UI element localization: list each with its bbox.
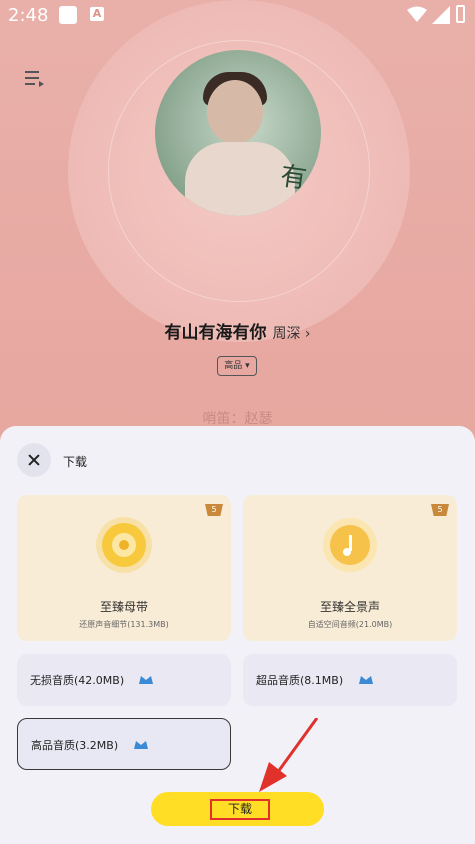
notification-icon bbox=[59, 6, 77, 24]
badge-icon: 5 bbox=[431, 504, 449, 516]
quality-selector[interactable]: 高品 ▾ bbox=[217, 356, 257, 376]
artist-link[interactable]: 周深 bbox=[272, 326, 300, 342]
option-label: 高品音质(3.2MB) bbox=[31, 739, 119, 752]
atmos-icon bbox=[323, 518, 377, 572]
battery-icon bbox=[456, 5, 465, 23]
option-sub: 还原声音细节(131.3MB) bbox=[79, 620, 169, 629]
option-lossless[interactable]: 无损音质(42.0MB) bbox=[17, 654, 231, 706]
option-sub: 自适空间音频(21.0MB) bbox=[307, 620, 393, 629]
option-atmos[interactable]: 5 至臻全景声 自适空间音频(21.0MB) bbox=[243, 495, 457, 641]
vip-icon bbox=[359, 676, 373, 684]
master-tape-icon bbox=[96, 517, 152, 573]
option-super[interactable]: 超品音质(8.1MB) bbox=[243, 654, 457, 706]
song-title: 有山有海有你 bbox=[164, 323, 267, 343]
option-label: 至臻母带 bbox=[99, 600, 148, 614]
album-cover[interactable]: 有山有海 bbox=[155, 50, 321, 216]
chevron-right-icon: › bbox=[300, 326, 311, 342]
lyric-line: 哨笛：赵瑟 bbox=[202, 411, 273, 427]
signal-icon bbox=[432, 6, 450, 24]
vip-icon bbox=[139, 676, 153, 684]
close-button[interactable] bbox=[17, 443, 51, 477]
download-button-label: 下载 bbox=[210, 799, 270, 820]
playlist-icon[interactable] bbox=[25, 70, 45, 88]
option-label: 无损音质(42.0MB) bbox=[30, 674, 125, 687]
option-high-selected[interactable]: 高品音质(3.2MB) bbox=[17, 718, 231, 770]
sheet-title: 下载 bbox=[63, 455, 88, 469]
badge-icon: 5 bbox=[205, 504, 223, 516]
quality-label: 高品 bbox=[224, 361, 243, 371]
option-label: 超品音质(8.1MB) bbox=[256, 674, 344, 687]
vip-icon bbox=[134, 741, 148, 749]
cover-face bbox=[207, 80, 263, 144]
option-master-tape[interactable]: 5 至臻母带 还原声音细节(131.3MB) bbox=[17, 495, 231, 641]
option-label: 至臻全景声 bbox=[319, 600, 380, 614]
status-time: 2:48 bbox=[8, 5, 49, 26]
wifi-icon bbox=[407, 6, 427, 22]
annotation-arrow bbox=[259, 718, 319, 792]
song-title-row: 有山有海有你 周深 › bbox=[0, 318, 475, 343]
notification-letter-icon: A bbox=[90, 7, 104, 21]
